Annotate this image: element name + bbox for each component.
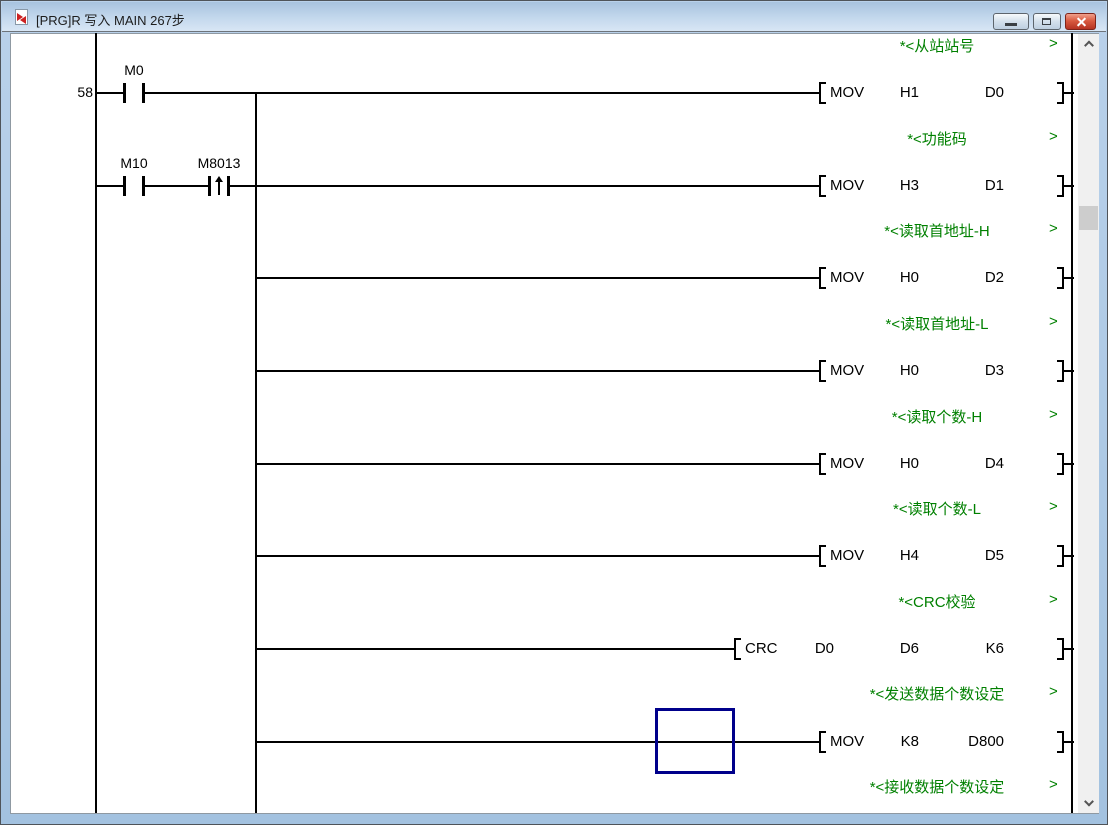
instruction-operand[interactable]: K6: [914, 640, 1004, 657]
scrollbar-thumb[interactable]: [1079, 206, 1098, 230]
rung-line: [96, 92, 821, 94]
instruction-operand[interactable]: D1: [914, 177, 1004, 194]
instruction-operand[interactable]: D6: [829, 640, 919, 657]
instruction-operand[interactable]: H1: [829, 84, 919, 101]
rung-line: [256, 463, 821, 465]
instruction-right-bracket: [1057, 360, 1064, 382]
rung-comment[interactable]: *<读取个数-H: [806, 406, 1068, 427]
rung-line: [96, 185, 821, 187]
instruction-operand[interactable]: H0: [829, 269, 919, 286]
instruction-operand[interactable]: H0: [829, 455, 919, 472]
rung-comment[interactable]: *<接收数据个数设定: [806, 776, 1068, 797]
rung-comment[interactable]: *<从站站号: [806, 35, 1068, 56]
instruction-left-bracket: [734, 638, 741, 660]
left-power-rail: [95, 33, 97, 813]
rung-comment[interactable]: *<CRC校验: [806, 591, 1068, 612]
ladder-diagram: *<从站站号 > *<功能码 > *<读取首地址-H > *<读取首地址-L > *<读取个数-…: [1, 1, 1107, 824]
contact-M10[interactable]: [123, 176, 145, 196]
instruction-operand[interactable]: D3: [914, 362, 1004, 379]
rung-line: [256, 370, 821, 372]
program-editor-window: [PRG]R 写入 MAIN 267步 *<从站站号 > *<功能码 > *<读取首地址…: [0, 0, 1108, 825]
instruction-left-bracket: [819, 360, 826, 382]
right-power-rail: [1071, 33, 1073, 813]
or-branch-line: [255, 92, 257, 813]
instruction-operand[interactable]: H0: [829, 362, 919, 379]
instruction-operand[interactable]: K8: [829, 733, 919, 750]
instruction-operand[interactable]: D0: [914, 84, 1004, 101]
instruction-right-bracket: [1057, 731, 1064, 753]
chevron-up-icon: [1083, 40, 1094, 51]
instruction-left-bracket: [819, 731, 826, 753]
instruction-operand[interactable]: D0: [744, 640, 834, 657]
device-label: M8013: [197, 155, 241, 171]
rising-pulse-arrow-icon: [218, 181, 220, 195]
comment-continuation-marker: >: [1049, 128, 1058, 145]
rung-line: [256, 555, 821, 557]
instruction-right-bracket: [1057, 545, 1064, 567]
contact-M0[interactable]: [123, 83, 145, 103]
instruction-operand[interactable]: D5: [914, 547, 1004, 564]
comment-continuation-marker: >: [1049, 498, 1058, 515]
instruction-left-bracket: [819, 545, 826, 567]
rung-comment[interactable]: *<功能码: [806, 128, 1068, 149]
device-label: M10: [120, 155, 148, 171]
instruction-operand[interactable]: D800: [914, 733, 1004, 750]
comment-continuation-marker: >: [1049, 35, 1058, 52]
rung-comment[interactable]: *<读取个数-L: [806, 498, 1068, 519]
instruction-operand[interactable]: H3: [829, 177, 919, 194]
comment-continuation-marker: >: [1049, 591, 1058, 608]
comment-continuation-marker: >: [1049, 220, 1058, 237]
comment-continuation-marker: >: [1049, 406, 1058, 423]
contact-bar: [227, 176, 230, 196]
comment-continuation-marker: >: [1049, 313, 1058, 330]
instruction-right-bracket: [1057, 82, 1064, 104]
rung-comment[interactable]: *<读取首地址-L: [806, 313, 1068, 334]
contact-M8013[interactable]: [208, 176, 230, 196]
contact-bar: [123, 83, 126, 103]
vertical-scrollbar[interactable]: [1078, 34, 1099, 813]
contact-bar: [142, 176, 145, 196]
instruction-right-bracket: [1057, 453, 1064, 475]
instruction-right-bracket: [1057, 638, 1064, 660]
instruction-left-bracket: [819, 175, 826, 197]
instruction-operand[interactable]: H4: [829, 547, 919, 564]
instruction-left-bracket: [819, 82, 826, 104]
comment-continuation-marker: >: [1049, 683, 1058, 700]
rising-pulse-arrowhead-icon: [215, 176, 223, 182]
comment-continuation-marker: >: [1049, 776, 1058, 793]
rung-comment[interactable]: *<读取首地址-H: [806, 220, 1068, 241]
rung-comment[interactable]: *<发送数据个数设定: [806, 683, 1068, 704]
rung-line: [256, 648, 736, 650]
rung-line: [256, 277, 821, 279]
instruction-left-bracket: [819, 453, 826, 475]
chevron-down-icon: [1083, 796, 1094, 807]
scroll-up-button[interactable]: [1078, 34, 1099, 54]
contact-bar: [208, 176, 211, 196]
instruction-right-bracket: [1057, 267, 1064, 289]
rung-line: [256, 741, 821, 743]
contact-bar: [142, 83, 145, 103]
scroll-down-button[interactable]: [1078, 793, 1099, 813]
instruction-operand[interactable]: D4: [914, 455, 1004, 472]
contact-bar: [123, 176, 126, 196]
instruction-right-bracket: [1057, 175, 1064, 197]
device-label: M0: [124, 62, 144, 78]
instruction-left-bracket: [819, 267, 826, 289]
instruction-operand[interactable]: D2: [914, 269, 1004, 286]
step-number: 58: [77, 84, 93, 100]
selection-cursor[interactable]: [655, 708, 735, 774]
